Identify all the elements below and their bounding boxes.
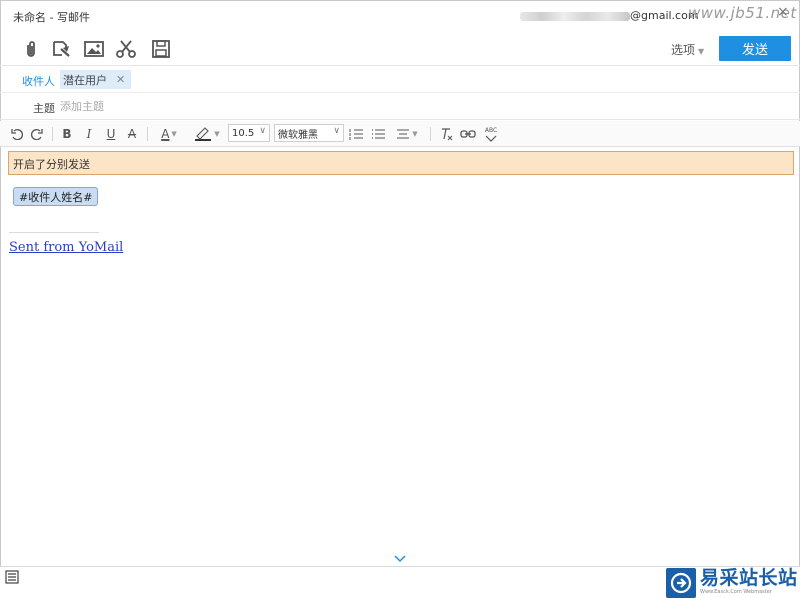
chevron-down-icon: ▼ (412, 130, 418, 138)
recipient-tag-label: 潜在用户 (63, 73, 107, 87)
compose-toolbar: 选项 ▼ 发送 (0, 32, 800, 66)
subject-row: 主题 (0, 94, 800, 120)
chevron-down-icon: ▼ (171, 130, 177, 138)
recipient-tag[interactable]: 潜在用户 ✕ (60, 70, 132, 89)
highlight-color-button[interactable]: ▼ (191, 125, 223, 143)
font-size-select[interactable]: 10.5 ∨ (228, 124, 270, 142)
toolbar-divider (147, 127, 148, 141)
expand-chevron-icon[interactable] (394, 552, 406, 566)
remove-recipient-icon[interactable]: ✕ (116, 73, 125, 86)
spellcheck-label: ABC (484, 126, 498, 134)
bold-button[interactable]: B (60, 125, 74, 143)
italic-button[interactable]: I (82, 125, 96, 143)
scissors-icon[interactable] (115, 38, 137, 60)
format-toolbar: B I U A A ▼ ▼ 10.5 ∨ 微软雅黑 ∨ ▼ ABC (0, 121, 800, 147)
options-menu[interactable]: 选项 ▼ (671, 41, 704, 58)
font-family-value: 微软雅黑 (278, 129, 318, 141)
signature-divider (9, 232, 99, 233)
numbered-list-icon[interactable] (348, 125, 364, 143)
send-button[interactable]: 发送 (719, 36, 791, 61)
font-family-select[interactable]: 微软雅黑 ∨ (274, 124, 344, 142)
title-bar: 未命名 - 写邮件 @gmail.com www.jb51.net × (0, 0, 800, 32)
subject-input[interactable] (60, 97, 780, 116)
recipient-label[interactable]: 收件人 (22, 73, 55, 89)
brand-text: 易采站长站 Www.Easck.Com Webmaster (700, 567, 798, 596)
sender-account: @gmail.com (520, 9, 699, 22)
underline-button[interactable]: U (104, 125, 118, 143)
options-label: 选项 (671, 43, 696, 57)
chevron-down-icon: ∨ (333, 126, 340, 136)
toolbar-divider (52, 127, 53, 141)
strikethrough-button[interactable]: A (125, 125, 139, 143)
window-title: 未命名 - 写邮件 (13, 11, 90, 24)
toolbar-divider (430, 127, 431, 141)
clear-format-icon[interactable] (438, 125, 454, 143)
save-icon[interactable] (150, 38, 172, 60)
image-icon[interactable] (83, 38, 105, 60)
chevron-down-icon: ▼ (698, 47, 705, 56)
spellcheck-button[interactable]: ABC (482, 125, 500, 143)
font-size-value: 10.5 (232, 127, 255, 139)
redo-icon[interactable] (30, 125, 44, 143)
close-icon[interactable]: × (777, 4, 789, 20)
brand-logo-icon (666, 568, 696, 598)
document-icon[interactable] (5, 570, 19, 587)
recipient-row: 收件人 潜在用户 ✕ (0, 67, 800, 93)
bullet-list-icon[interactable] (370, 125, 386, 143)
signature-link[interactable]: Sent from YoMail (9, 240, 123, 255)
separate-send-notice: 开启了分别发送 (8, 151, 794, 175)
brand-subtitle: Www.Easck.Com Webmaster (700, 589, 772, 595)
bottom-bar: 易采站长站 Www.Easck.Com Webmaster (0, 566, 800, 598)
screenshot-icon[interactable] (51, 38, 73, 60)
redacted-address (520, 11, 630, 21)
font-color-icon: A (161, 127, 170, 141)
attachment-icon[interactable] (20, 38, 42, 60)
recipient-name-variable[interactable]: #收件人姓名# (13, 187, 99, 206)
brand-name: 易采站长站 (700, 567, 798, 589)
font-color-button[interactable]: A ▼ (155, 125, 183, 143)
chevron-down-icon: ∨ (259, 126, 266, 136)
site-watermark: 易采站长站 Www.Easck.Com Webmaster (666, 567, 800, 598)
align-button[interactable]: ▼ (393, 125, 421, 143)
link-icon[interactable] (460, 125, 476, 143)
undo-icon[interactable] (10, 125, 24, 143)
chevron-down-icon: ▼ (214, 130, 220, 138)
subject-label: 主题 (33, 102, 55, 115)
